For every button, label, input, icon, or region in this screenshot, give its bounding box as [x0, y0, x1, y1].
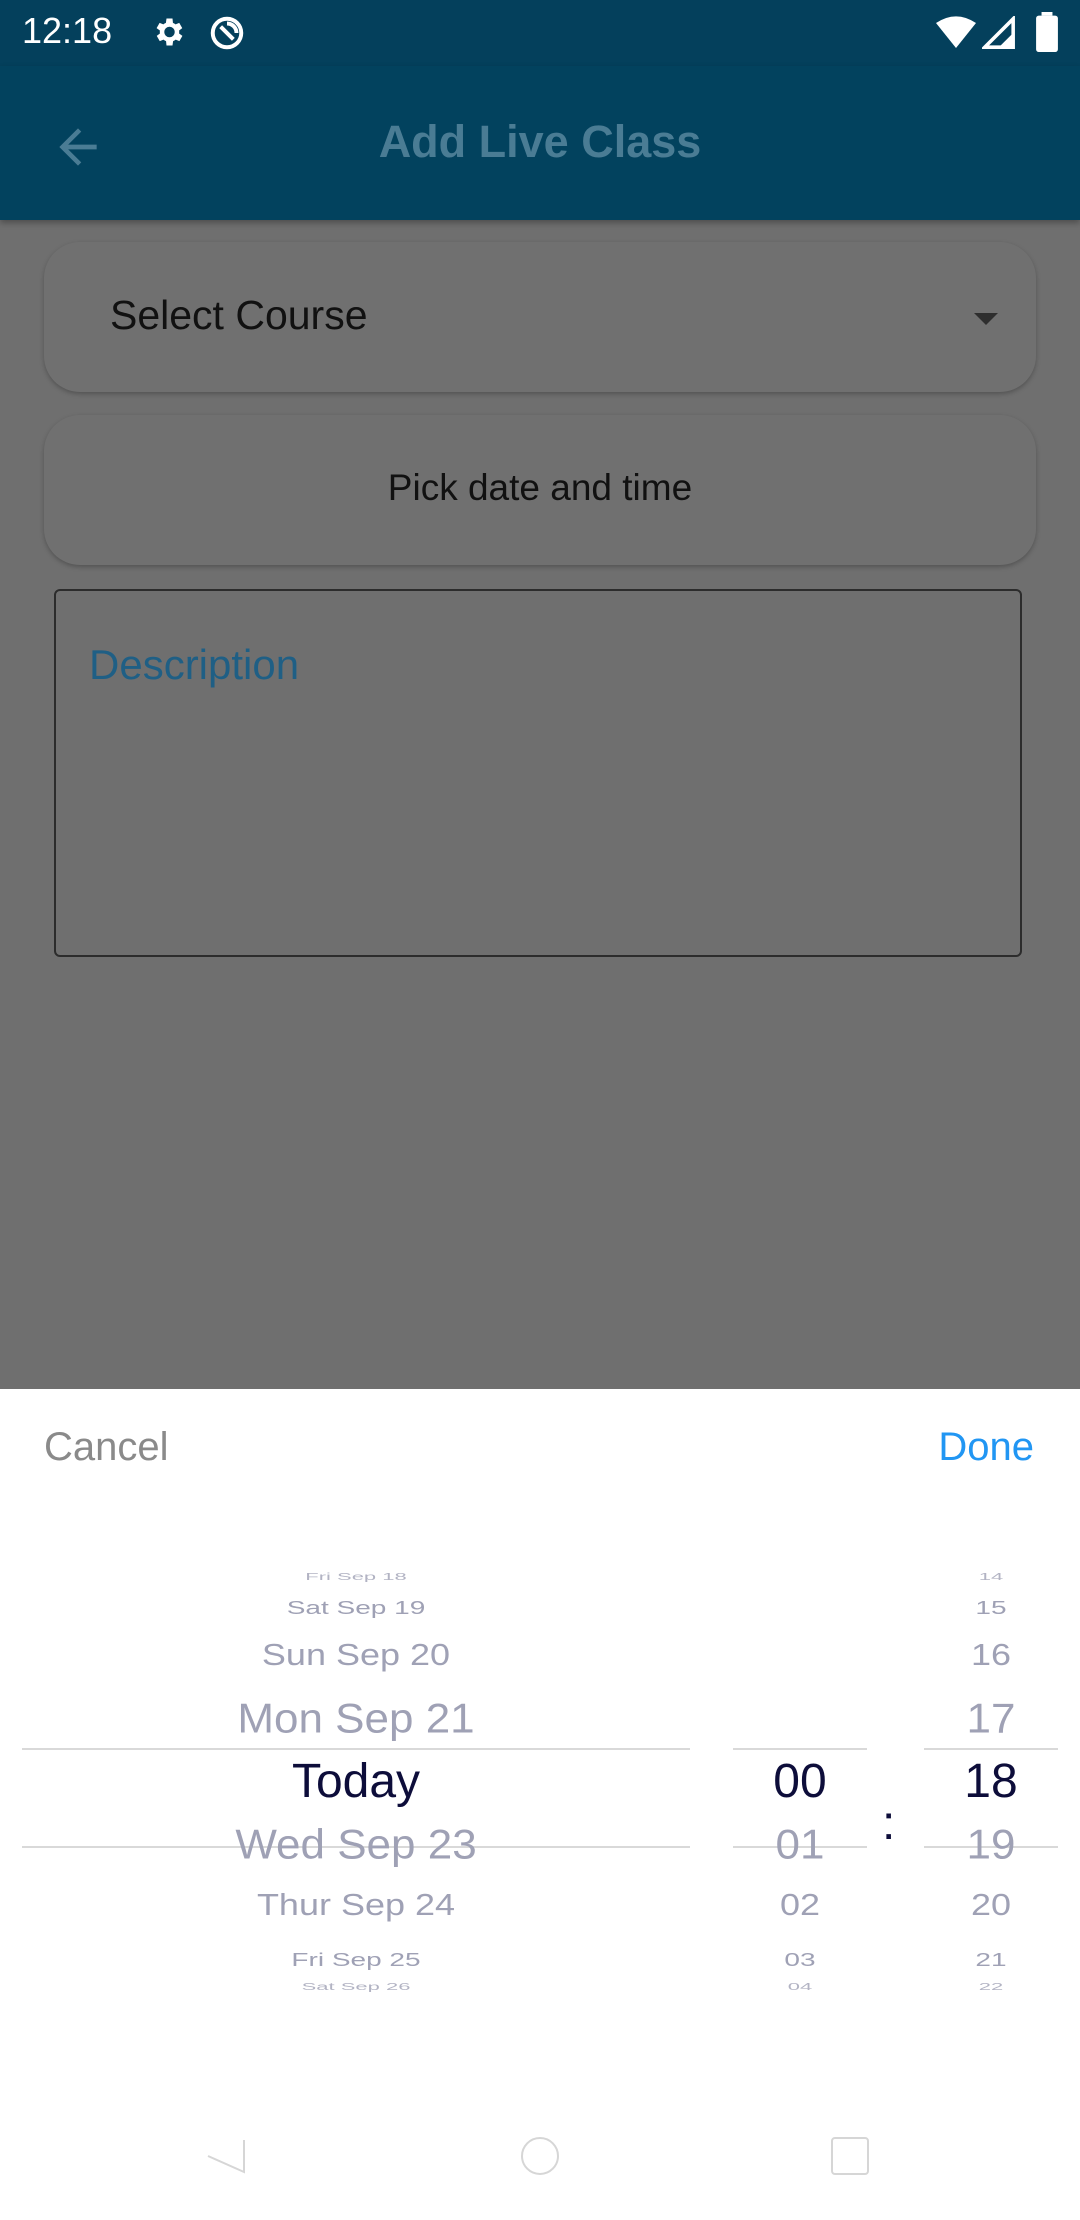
wheel-item[interactable]: Sat Sep 26: [22, 1981, 690, 1993]
wheel-item[interactable]: 19: [924, 1821, 1058, 1869]
nav-back-icon[interactable]: [204, 2134, 248, 2183]
pick-date-time-button[interactable]: Pick date and time: [44, 415, 1036, 565]
battery-icon: [1036, 12, 1058, 57]
description-field[interactable]: Description: [54, 589, 1022, 957]
wheel-item[interactable]: 15: [924, 1598, 1058, 1619]
wheel-item-selected[interactable]: 00: [733, 1754, 867, 1809]
wheel-item[interactable]: 02: [733, 1887, 867, 1923]
wifi-icon: [936, 16, 976, 55]
description-placeholder: Description: [89, 641, 300, 688]
wheel-item[interactable]: 04: [733, 1981, 867, 1993]
pick-date-time-label: Pick date and time: [387, 467, 693, 508]
hour-wheel[interactable]: 00 01 02 03 04: [733, 1574, 867, 2024]
page-title: Add Live Class: [378, 116, 702, 167]
wheel-item[interactable]: 20: [924, 1887, 1058, 1923]
wheel-item[interactable]: Mon Sep 21: [22, 1695, 690, 1743]
nav-recents-icon[interactable]: [828, 2134, 872, 2183]
done-button[interactable]: Done: [938, 1425, 1034, 1470]
wheel-item[interactable]: 22: [924, 1981, 1058, 1993]
wheel-item-selected[interactable]: 18: [924, 1754, 1058, 1809]
wheel-item-selected[interactable]: Today: [22, 1754, 690, 1809]
wheel-item[interactable]: 16: [924, 1637, 1058, 1673]
date-wheel[interactable]: Fri Sep 18 Sat Sep 19 Sun Sep 20 Mon Sep 21…: [22, 1571, 690, 2024]
course-dropdown[interactable]: Select Course: [44, 242, 1036, 392]
status-time: 12:18: [22, 10, 113, 51]
cancel-button[interactable]: Cancel: [44, 1425, 169, 1470]
signal-icon: [980, 14, 1016, 55]
gear-icon: [150, 14, 186, 55]
app-bar: Add Live Class: [0, 66, 1080, 220]
wheel-item[interactable]: Thur Sep 24: [22, 1887, 690, 1923]
wheel-item[interactable]: 21: [924, 1950, 1058, 1971]
time-separator: :: [882, 1797, 896, 1850]
wheel-item[interactable]: Sun Sep 20: [22, 1637, 690, 1673]
course-dropdown-value: Select Course: [110, 292, 368, 338]
wheel-item[interactable]: 01: [733, 1821, 867, 1869]
nav-home-icon[interactable]: [518, 2134, 562, 2183]
vpn-icon: [208, 14, 246, 57]
navigation-bar: [0, 2120, 1080, 2220]
dropdown-arrow-icon: [974, 312, 998, 330]
wheel-item[interactable]: 17: [924, 1695, 1058, 1743]
wheel-item[interactable]: 03: [733, 1950, 867, 1971]
wheel-item[interactable]: Fri Sep 18: [22, 1571, 690, 1583]
wheel-item[interactable]: 14: [924, 1571, 1058, 1583]
wheel-item[interactable]: Fri Sep 25: [22, 1950, 690, 1971]
status-bar: 12:18: [0, 0, 1080, 66]
wheel-item[interactable]: Sat Sep 19: [22, 1598, 690, 1619]
minute-wheel[interactable]: 14 15 16 17 18 19 20 21 22: [924, 1571, 1058, 2024]
wheel-item[interactable]: Wed Sep 23: [22, 1821, 690, 1869]
